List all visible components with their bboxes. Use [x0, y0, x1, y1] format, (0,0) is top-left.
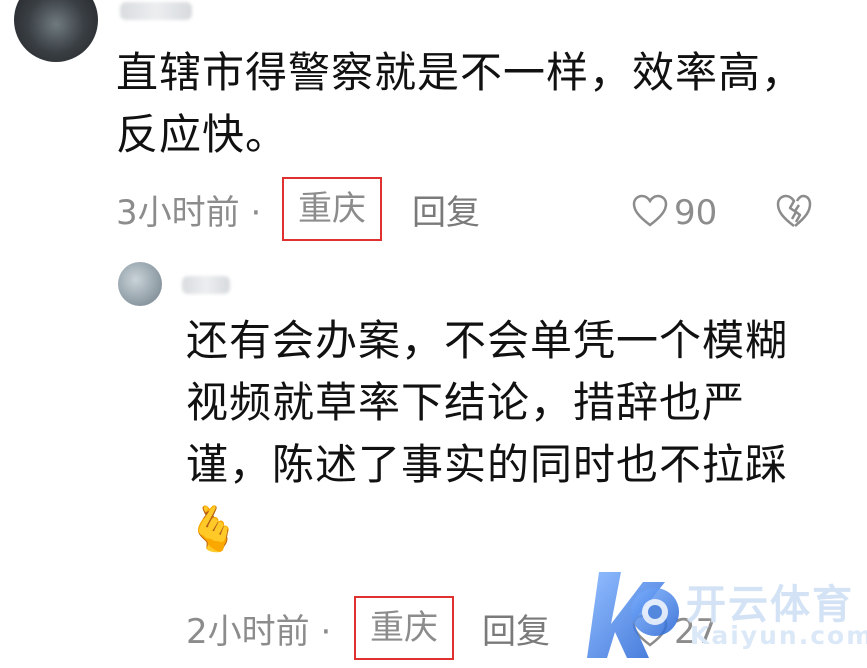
heart-outline-icon[interactable]	[632, 194, 668, 232]
reply-location-badge: 重庆	[354, 596, 454, 660]
commenter-avatar[interactable]	[14, 0, 98, 62]
reply-text: 还有会办案，不会单凭一个模糊视频就草率下结论，措辞也严谨，陈述了事实的同时也不拉…	[186, 310, 826, 561]
comment-location: 重庆	[282, 177, 382, 241]
finger-heart-emoji: 🫰	[186, 503, 242, 555]
comment-like-count: 90	[674, 193, 718, 233]
replier-name-blurred[interactable]	[182, 276, 230, 294]
reply-time: 2小时前 ·	[186, 612, 331, 652]
comment-time-text: 3小时前	[116, 193, 240, 233]
replier-avatar[interactable]	[118, 262, 162, 306]
reply-text-content: 还有会办案，不会单凭一个模糊视频就草率下结论，措辞也严谨，陈述了事实的同时也不拉…	[186, 316, 789, 489]
meta-separator: ·	[250, 193, 262, 233]
reply-reply-button[interactable]: 回复	[482, 612, 550, 652]
comment-reply-button[interactable]: 回复	[412, 193, 480, 233]
meta-separator: ·	[320, 612, 332, 652]
reply-time-text: 2小时前	[186, 612, 310, 652]
commenter-name-blurred[interactable]	[120, 2, 192, 20]
reply-location: 重庆	[354, 596, 454, 660]
comment-text: 直辖市得警察就是不一样，效率高，反应快。	[116, 48, 805, 159]
comment-location-badge: 重庆	[282, 177, 382, 241]
comment-time: 3小时前 ·	[116, 193, 261, 233]
watermark-subtitle: Kaiyun.com	[690, 621, 867, 650]
broken-heart-icon[interactable]	[775, 193, 813, 233]
